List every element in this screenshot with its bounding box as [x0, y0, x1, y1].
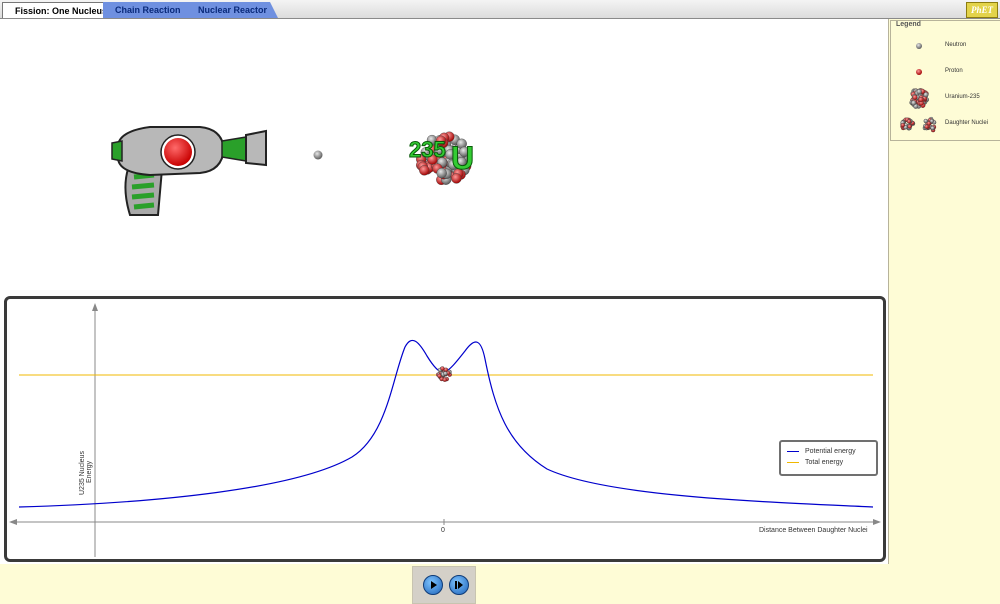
potential-energy-curve — [18, 339, 874, 508]
neutron-gun[interactable] — [111, 126, 267, 216]
y-axis-label: U235 Nucleus — [79, 451, 86, 495]
legend-label-neutron: Neutron — [945, 42, 967, 48]
neutron — [313, 150, 323, 160]
legend-potential-energy: Potential energy — [787, 447, 856, 457]
legend-label-uranium-235: Uranium-235 — [945, 94, 980, 100]
legend-label-daughter-nuclei: Daughter Nuclei — [945, 120, 989, 126]
particle-legend-panel: Legend Neutron Proton Uranium-235 Daught… — [890, 20, 1000, 141]
neutron-icon — [916, 43, 922, 49]
playback-controls — [412, 566, 476, 604]
uranium-235-icon — [909, 88, 930, 109]
tab-nuclear-reactor[interactable]: Nuclear Reactor — [186, 2, 278, 18]
tab-bar: Fission: One Nucleus Chain Reaction Nucl… — [0, 0, 1000, 19]
play-button[interactable] — [423, 575, 443, 595]
nucleus-symbol: U — [451, 140, 474, 176]
proton-icon — [916, 69, 922, 75]
nucleus-mass-number: 235 — [409, 137, 446, 162]
step-button[interactable] — [449, 575, 469, 595]
play-icon — [431, 581, 437, 589]
tab-fission-one-nucleus[interactable]: Fission: One Nucleus — [2, 2, 112, 18]
y-axis-label-line2: Energy — [86, 460, 93, 483]
tab-chain-reaction[interactable]: Chain Reaction — [103, 2, 195, 18]
legend-total-energy: Total energy — [787, 458, 843, 468]
daughter-nuclei-icon — [900, 117, 916, 131]
phet-logo[interactable]: PhET — [966, 2, 998, 18]
energy-graph-legend: Potential energy Total energy — [779, 440, 878, 476]
step-icon — [455, 581, 463, 589]
x-tick-zero: 0 — [441, 527, 445, 534]
daughter-nuclei-icon-2 — [922, 116, 937, 133]
energy-graph-panel: 0 Distance Between Daughter Nuclei U235 … — [4, 296, 886, 562]
x-axis-label: Distance Between Daughter Nuclei — [759, 527, 868, 534]
legend-label-proton: Proton — [945, 68, 963, 74]
simulation-canvas: 235 U 0 Distance Between Daughter Nuclei… — [0, 19, 889, 564]
